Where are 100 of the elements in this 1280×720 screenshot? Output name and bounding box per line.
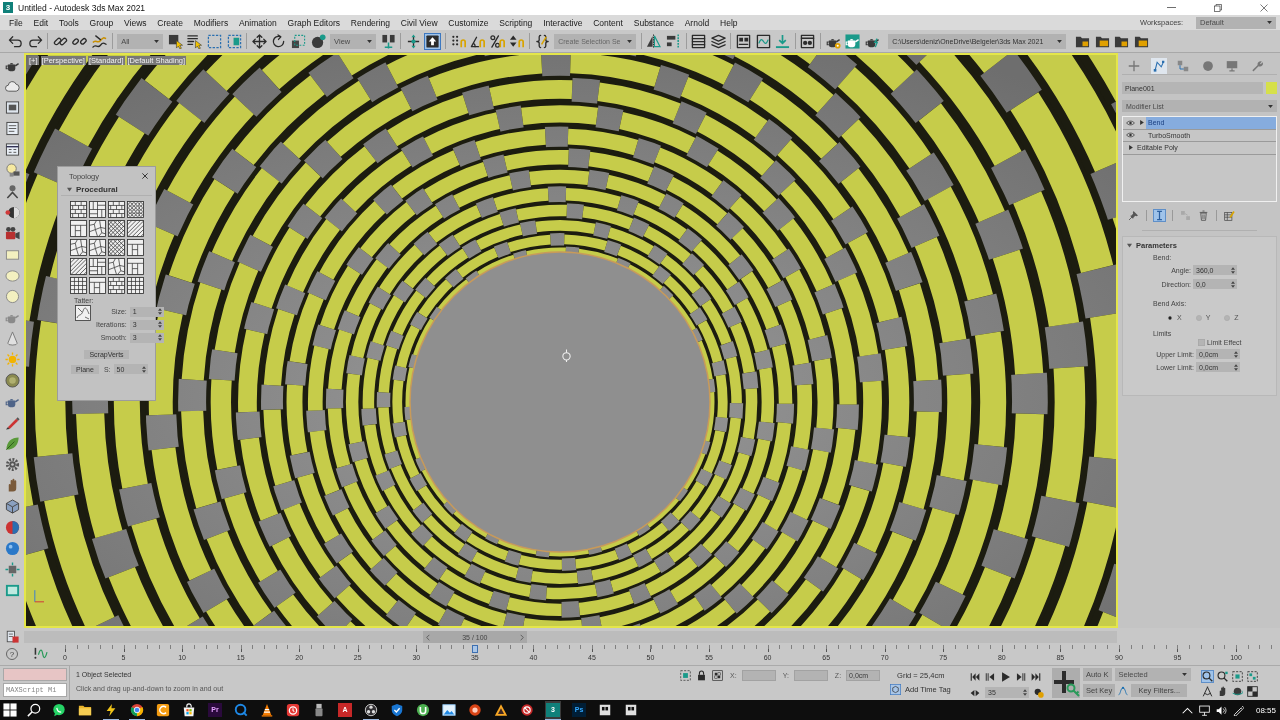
settings-icon[interactable]: [4, 457, 20, 472]
close-icon[interactable]: [1260, 3, 1268, 12]
sphere-icon[interactable]: [4, 541, 20, 556]
radio-button[interactable]: [1224, 314, 1231, 321]
wave-link-icon[interactable]: [91, 33, 107, 49]
torn-shape-icon[interactable]: [75, 305, 91, 321]
spinner-arrows-icon[interactable]: [1023, 689, 1027, 696]
play-icon[interactable]: [1000, 671, 1011, 683]
plus-key-icon[interactable]: [1052, 668, 1080, 698]
panel-pattern-icon[interactable]: [88, 277, 106, 294]
panel-layout-icon[interactable]: [735, 33, 751, 49]
screen-icon[interactable]: [4, 583, 20, 598]
half-sphere-icon[interactable]: [4, 205, 20, 220]
menu-item[interactable]: Edit: [33, 17, 49, 28]
lightbulb-icon[interactable]: [4, 163, 20, 178]
monitor-icon[interactable]: [1198, 704, 1210, 716]
skip-back-icon[interactable]: [970, 672, 980, 682]
document-icon[interactable]: [4, 121, 20, 136]
panel-pattern-icon[interactable]: [126, 239, 144, 256]
current-frame-marker[interactable]: [471, 645, 478, 653]
cross-arrows-icon[interactable]: [405, 33, 421, 49]
step-forward-icon[interactable]: [1016, 672, 1026, 682]
select-cursor-icon[interactable]: [167, 33, 183, 49]
menu-item[interactable]: Civil View: [400, 17, 438, 28]
radio-button[interactable]: [1195, 314, 1202, 321]
menu-item[interactable]: Tools: [58, 17, 79, 28]
layers-icon[interactable]: [710, 33, 726, 49]
eye-icon[interactable]: [1125, 132, 1135, 139]
menu-item[interactable]: Views: [124, 17, 147, 28]
brick-pattern-icon[interactable]: [107, 277, 125, 294]
i-beam-icon[interactable]: [1154, 209, 1165, 221]
person-icon[interactable]: [4, 184, 20, 199]
spinner-arrows-icon[interactable]: [1234, 350, 1238, 358]
cloud-icon[interactable]: [4, 79, 20, 94]
overlapping-circles-icon[interactable]: [1034, 687, 1044, 698]
close-icon[interactable]: [142, 173, 148, 179]
brick-pattern-icon[interactable]: [107, 201, 125, 218]
spinner-arrows-icon[interactable]: [1234, 363, 1238, 371]
spinner-arrows-icon[interactable]: [1231, 266, 1235, 274]
clipboard-icon[interactable]: [5, 630, 19, 643]
split-ball-icon[interactable]: [4, 520, 20, 535]
dashed-square-icon[interactable]: [1232, 671, 1243, 682]
leaf-icon[interactable]: [4, 436, 20, 451]
angle-arc-icon[interactable]: [1202, 686, 1213, 697]
undo-icon[interactable]: [8, 33, 23, 49]
maxscript-output-field[interactable]: [3, 668, 67, 681]
minimize-icon[interactable]: [1167, 6, 1176, 9]
dot-grid-magnet-icon[interactable]: [450, 33, 466, 49]
menu-item[interactable]: Substance: [633, 17, 674, 28]
skip-forward-icon[interactable]: [1031, 672, 1041, 682]
expand-arrow-icon[interactable]: [1139, 120, 1144, 126]
menu-item[interactable]: Modifiers: [193, 17, 229, 28]
redo-icon[interactable]: [27, 33, 43, 49]
radio-button[interactable]: [1167, 314, 1173, 321]
menu-item[interactable]: Graph Editors: [287, 17, 340, 28]
diagonal-pattern-icon[interactable]: [126, 220, 144, 237]
brick-pattern-icon[interactable]: [69, 201, 87, 218]
spinner-arrows-icon[interactable]: [157, 321, 162, 328]
percent-magnet-icon[interactable]: [489, 33, 505, 49]
grid-pattern-icon[interactable]: [69, 277, 87, 294]
pencil-icon[interactable]: [4, 415, 20, 430]
list-cursor-icon[interactable]: [187, 33, 203, 49]
pen-icon[interactable]: [1232, 704, 1244, 716]
dashed-square-icon[interactable]: [680, 670, 691, 681]
exclamation-wave-icon[interactable]: [34, 647, 48, 659]
dashed-squares-icon[interactable]: [1247, 671, 1258, 682]
sphere-icon[interactable]: [4, 289, 20, 304]
menu-item[interactable]: Customize: [448, 17, 489, 28]
circle-pattern-icon[interactable]: [126, 201, 144, 218]
crack-pattern-icon[interactable]: [69, 239, 87, 256]
crack-pattern-icon[interactable]: [88, 239, 106, 256]
bell-curve-icon[interactable]: [1118, 685, 1129, 696]
hand-icon[interactable]: [1217, 686, 1228, 697]
spinner-arrows-icon[interactable]: [157, 334, 162, 341]
braces-icon[interactable]: [534, 33, 550, 49]
menu-item[interactable]: Group: [89, 17, 114, 28]
two-dots-window-icon[interactable]: [800, 33, 816, 49]
menu-item[interactable]: Help: [720, 17, 738, 28]
hatch-pattern-icon[interactable]: [107, 220, 125, 237]
spinner-arrows-icon[interactable]: [141, 365, 146, 373]
scale-icon[interactable]: [290, 33, 306, 49]
magnifier-dot-icon[interactable]: [1217, 671, 1228, 682]
rollout-title[interactable]: Procedural: [76, 184, 118, 194]
window-icon[interactable]: [4, 100, 20, 115]
rotate-icon[interactable]: [271, 33, 287, 49]
checker-square-icon[interactable]: [1247, 686, 1258, 697]
dashed-window-icon[interactable]: [226, 33, 242, 49]
expand-triangle-icon[interactable]: [67, 186, 72, 192]
disk-icon[interactable]: [4, 373, 20, 388]
curve-icon[interactable]: [1150, 57, 1167, 74]
up-arrow-icon[interactable]: [425, 33, 441, 49]
tile-pattern-icon[interactable]: [88, 201, 106, 218]
menu-item[interactable]: File: [9, 17, 23, 28]
two-blocks-icon[interactable]: [380, 33, 396, 49]
menu-item[interactable]: Interactive: [543, 17, 583, 28]
expand-triangle-icon[interactable]: [1127, 242, 1132, 248]
rectangle-icon[interactable]: [4, 247, 20, 262]
align-icon[interactable]: [666, 33, 681, 49]
diagonal-pattern-icon[interactable]: [69, 258, 87, 275]
search-icon[interactable]: [27, 703, 41, 717]
